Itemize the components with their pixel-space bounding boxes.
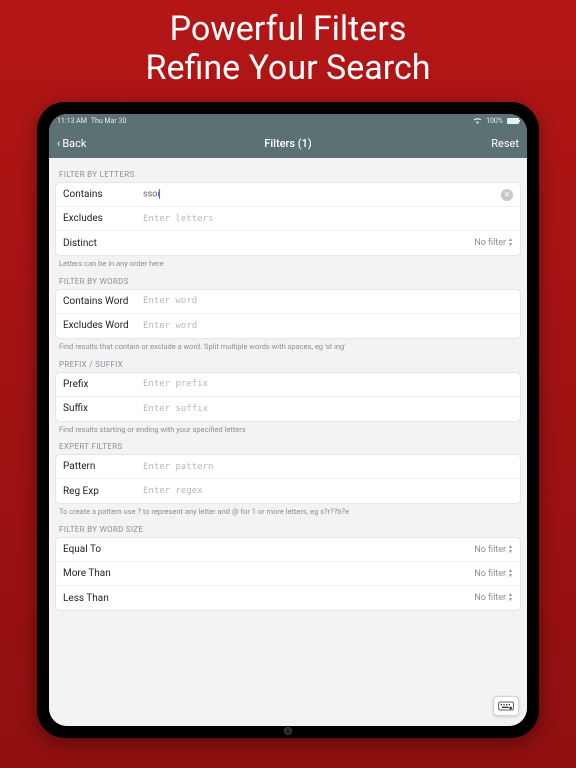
row-suffix[interactable]: Suffix Enter suffix <box>56 397 520 421</box>
regex-input[interactable]: Enter regex <box>143 486 513 496</box>
letters-hint: Letters can be in any order here <box>59 259 517 269</box>
reset-button[interactable]: Reset <box>491 137 519 150</box>
distinct-value: No filter <box>474 238 506 248</box>
updown-icon: ▲▼ <box>508 569 513 579</box>
contains-input[interactable]: ssor <box>143 189 501 200</box>
regex-label: Reg Exp <box>63 486 143 497</box>
battery-icon <box>507 118 519 124</box>
group-words: Contains Word Enter word Excludes Word E… <box>55 289 521 339</box>
keyboard-toggle-button[interactable] <box>493 696 519 716</box>
row-excludes[interactable]: Excludes Enter letters <box>56 207 520 231</box>
status-date: Thu Mar 30 <box>91 117 127 125</box>
clear-icon[interactable]: ✕ <box>501 189 513 201</box>
group-prefix: Prefix Enter prefix Suffix Enter suffix <box>55 372 521 422</box>
text-caret <box>159 189 160 199</box>
section-header-prefix: PREFIX / SUFFIX <box>59 360 517 369</box>
row-regex[interactable]: Reg Exp Enter regex <box>56 479 520 503</box>
section-header-words: FILTER BY WORDS <box>59 277 517 286</box>
row-less-than[interactable]: Less Than No filter▲▼ <box>56 586 520 610</box>
status-bar: 11:13 AM Thu Mar 30 100% <box>49 114 527 128</box>
excludes-input[interactable]: Enter letters <box>143 214 513 224</box>
section-header-letters: FILTER BY LETTERS <box>59 170 517 179</box>
section-header-expert: EXPERT FILTERS <box>59 442 517 451</box>
row-excludes-word[interactable]: Excludes Word Enter word <box>56 314 520 338</box>
section-header-size: FILTER BY WORD SIZE <box>59 525 517 534</box>
pattern-input[interactable]: Enter pattern <box>143 462 513 472</box>
keyboard-icon <box>498 701 514 711</box>
expert-hint: To create a pattern use ? to represent a… <box>59 507 517 517</box>
hero-banner: Powerful Filters Refine Your Search <box>0 0 576 102</box>
home-button[interactable] <box>284 727 292 735</box>
nav-title: Filters (1) <box>264 137 311 150</box>
group-letters: Contains ssor ✕ Excludes Enter letters D… <box>55 182 521 256</box>
chevron-left-icon: ‹ <box>57 137 60 150</box>
row-contains[interactable]: Contains ssor ✕ <box>56 183 520 207</box>
hero-line2: Refine Your Search <box>0 49 576 88</box>
words-hint: Find results that contain or exclude a w… <box>59 342 517 352</box>
excludes-word-label: Excludes Word <box>63 320 143 331</box>
contains-label: Contains <box>63 189 143 200</box>
distinct-label: Distinct <box>63 238 143 249</box>
updown-icon: ▲▼ <box>508 593 513 603</box>
tablet-frame: 11:13 AM Thu Mar 30 100% ‹ Back Filters … <box>37 102 539 738</box>
contains-word-input[interactable]: Enter word <box>143 296 513 306</box>
pattern-label: Pattern <box>63 461 143 472</box>
equal-value: No filter <box>474 545 506 555</box>
nav-bar: ‹ Back Filters (1) Reset <box>49 128 527 158</box>
excludes-label: Excludes <box>63 213 143 224</box>
row-pattern[interactable]: Pattern Enter pattern <box>56 455 520 479</box>
group-size: Equal To No filter▲▼ More Than No filter… <box>55 537 521 611</box>
back-button[interactable]: ‹ Back <box>57 137 86 150</box>
updown-icon: ▲▼ <box>508 545 513 555</box>
status-battery-pct: 100% <box>486 117 503 125</box>
updown-icon: ▲▼ <box>508 238 513 248</box>
status-time: 11:13 AM <box>57 117 87 125</box>
group-expert: Pattern Enter pattern Reg Exp Enter rege… <box>55 454 521 504</box>
row-distinct[interactable]: Distinct No filter▲▼ <box>56 231 520 255</box>
excludes-word-input[interactable]: Enter word <box>143 321 513 331</box>
row-equal-to[interactable]: Equal To No filter▲▼ <box>56 538 520 562</box>
less-value: No filter <box>474 593 506 603</box>
suffix-input[interactable]: Enter suffix <box>143 404 513 414</box>
content-scroll[interactable]: FILTER BY LETTERS Contains ssor ✕ Exclud… <box>49 158 527 726</box>
back-label: Back <box>62 137 86 150</box>
prefix-label: Prefix <box>63 379 143 390</box>
contains-word-label: Contains Word <box>63 296 143 307</box>
row-contains-word[interactable]: Contains Word Enter word <box>56 290 520 314</box>
equal-label: Equal To <box>63 544 143 555</box>
suffix-label: Suffix <box>63 403 143 414</box>
row-prefix[interactable]: Prefix Enter prefix <box>56 373 520 397</box>
prefix-input[interactable]: Enter prefix <box>143 379 513 389</box>
wifi-icon <box>473 117 482 126</box>
more-label: More Than <box>63 568 143 579</box>
screen: 11:13 AM Thu Mar 30 100% ‹ Back Filters … <box>49 114 527 726</box>
hero-line1: Powerful Filters <box>0 10 576 49</box>
row-more-than[interactable]: More Than No filter▲▼ <box>56 562 520 586</box>
less-label: Less Than <box>63 593 143 604</box>
more-value: No filter <box>474 569 506 579</box>
prefix-hint: Find results starting or ending with you… <box>59 425 517 435</box>
